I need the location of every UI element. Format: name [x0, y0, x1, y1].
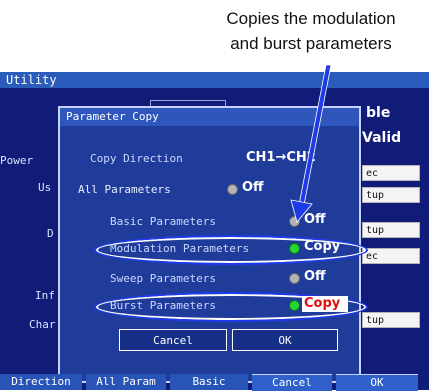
background-label-d: D	[47, 227, 54, 240]
background-label-valid: Valid	[362, 130, 402, 146]
parameter-copy-dialog: Parameter Copy Copy Direction CH1→CH2 Al…	[58, 106, 368, 383]
burst-parameters-value[interactable]: Copy	[304, 296, 340, 311]
instrument-screen: Utility E Power Us D Inf Char ble Valid …	[0, 72, 429, 391]
background-field-1: ec	[362, 165, 420, 181]
basic-parameters-off-indicator-icon	[289, 216, 300, 227]
ok-button[interactable]: OK	[232, 329, 338, 351]
all-parameters-label: All Parameters	[78, 183, 171, 196]
softkey-all-param[interactable]: All Param	[86, 374, 166, 390]
burst-parameters-label: Burst Parameters	[110, 299, 216, 312]
sweep-parameters-label: Sweep Parameters	[110, 272, 216, 285]
modulation-parameters-value[interactable]: Copy	[304, 239, 340, 254]
dialog-title: Parameter Copy	[60, 108, 359, 126]
sweep-parameters-off-indicator-icon	[289, 273, 300, 284]
callout-line-1: Copies the modulation	[226, 9, 396, 28]
softkey-bar: Direction All Param Basic Cancel OK	[0, 374, 429, 391]
sweep-parameters-value[interactable]: Off	[304, 269, 326, 284]
background-field-2: tup	[362, 187, 420, 203]
all-parameters-off-indicator-icon	[227, 184, 238, 195]
callout-annotation: Copies the modulation and burst paramete…	[196, 6, 426, 56]
basic-parameters-label: Basic Parameters	[110, 215, 216, 228]
modulation-parameters-label: Modulation Parameters	[110, 242, 250, 255]
background-field-3: tup	[362, 222, 420, 238]
all-parameters-value[interactable]: Off	[242, 180, 264, 195]
softkey-basic[interactable]: Basic	[170, 374, 248, 390]
background-label-inf: Inf	[35, 289, 55, 302]
background-label-us: Us	[38, 181, 52, 194]
background-field-4: ec	[362, 248, 420, 264]
callout-line-2: and burst parameters	[230, 34, 392, 53]
window-title: Utility	[0, 72, 429, 88]
modulation-parameters-on-indicator-icon	[289, 243, 300, 254]
background-label-power: Power	[0, 154, 34, 167]
cancel-button[interactable]: Cancel	[119, 329, 227, 351]
softkey-cancel[interactable]: Cancel	[252, 374, 332, 391]
copy-direction-label: Copy Direction	[90, 152, 183, 165]
basic-parameters-value[interactable]: Off	[304, 212, 326, 227]
copy-direction-value[interactable]: CH1→CH2	[246, 150, 316, 165]
softkey-ok[interactable]: OK	[336, 374, 418, 391]
background-label-able: ble	[366, 105, 391, 121]
background-field-5: tup	[362, 312, 420, 328]
softkey-direction[interactable]: Direction	[0, 374, 82, 390]
background-label-char: Char	[29, 318, 56, 331]
burst-parameters-on-indicator-icon	[289, 300, 300, 311]
